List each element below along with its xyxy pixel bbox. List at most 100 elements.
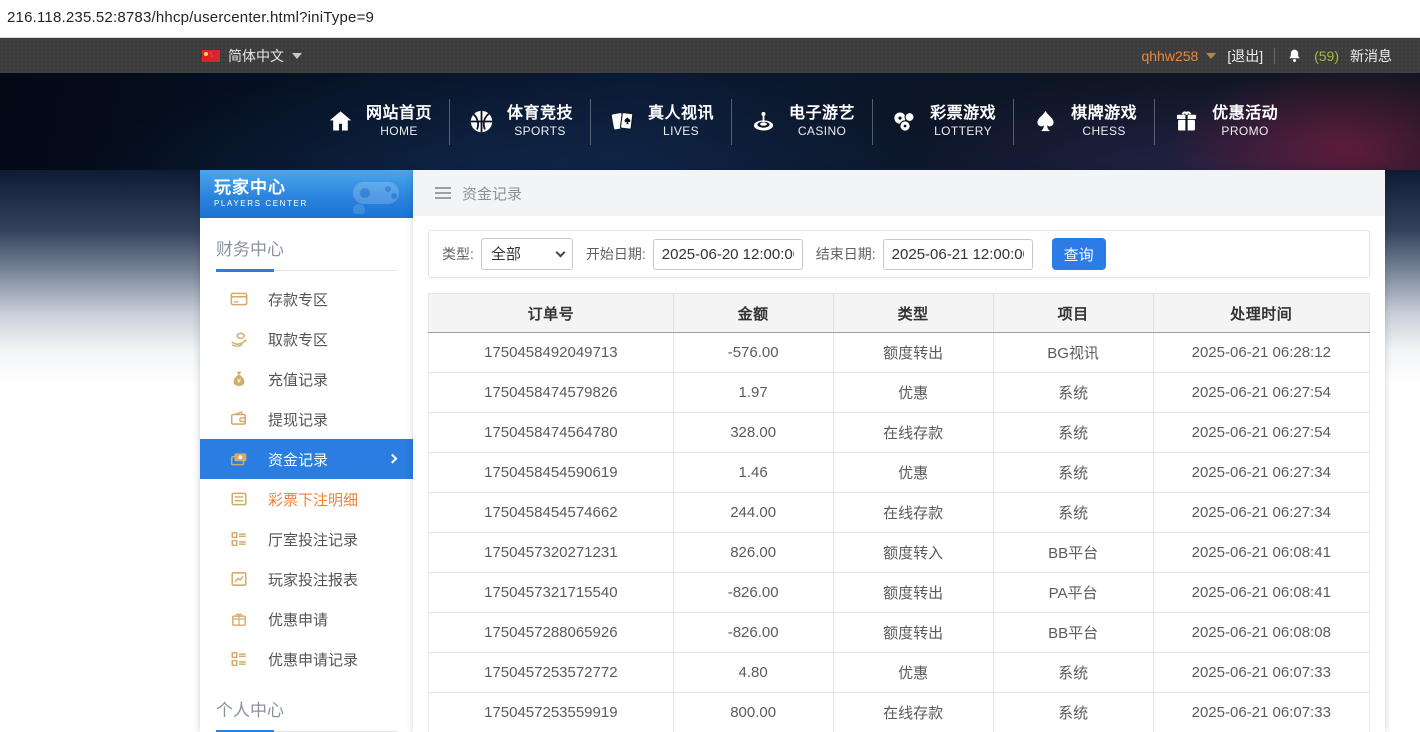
cell-time: 2025-06-21 06:27:54	[1153, 413, 1369, 453]
cell-type: 优惠	[833, 653, 993, 693]
cell-type: 优惠	[833, 453, 993, 493]
type-label: 类型:	[442, 244, 474, 264]
divider	[1274, 48, 1275, 64]
sidebar-item-withdraw-record[interactable]: 提现记录	[200, 399, 413, 439]
sidebar-item-withdraw[interactable]: 取款专区	[200, 319, 413, 359]
nav-item-casino[interactable]: 电子游艺CASINO	[731, 73, 872, 170]
chevron-down-icon	[292, 53, 302, 59]
funds-table: 订单号 金额 类型 项目 处理时间 1750458492049713-576.0…	[428, 293, 1370, 732]
search-button[interactable]: 查询	[1052, 238, 1106, 270]
chevron-right-icon	[388, 454, 398, 464]
menu-icon[interactable]	[435, 187, 451, 199]
logout-link[interactable]: [退出]	[1227, 46, 1263, 66]
cell-amount: -826.00	[673, 613, 833, 653]
topbar: 简体中文 qhhw258 [退出] (59) 新消息	[0, 38, 1420, 73]
end-date-input[interactable]	[883, 239, 1033, 270]
cell-time: 2025-06-21 06:07:33	[1153, 693, 1369, 732]
table-row: 17504572535727724.80优惠系统2025-06-21 06:07…	[429, 653, 1370, 693]
lottery-balls-icon	[889, 107, 919, 137]
cell-type: 优惠	[833, 373, 993, 413]
cell-order-no: 1750458474564780	[429, 413, 674, 453]
list-check-icon	[230, 530, 248, 548]
cell-order-no: 1750458474579826	[429, 373, 674, 413]
cell-type: 额度转出	[833, 613, 993, 653]
sidebar-item-recharge[interactable]: ¥ 充值记录	[200, 359, 413, 399]
cell-amount: 826.00	[673, 533, 833, 573]
cell-order-no: 1750457320271231	[429, 533, 674, 573]
spade-icon	[1030, 107, 1060, 137]
cell-type: 额度转出	[833, 573, 993, 613]
start-date-label: 开始日期:	[586, 244, 646, 264]
sidebar-item-bet-report[interactable]: 玩家投注报表	[200, 559, 413, 599]
nav-item-lives[interactable]: 真人视讯LIVES	[590, 73, 731, 170]
cell-project: 系统	[993, 653, 1153, 693]
type-select[interactable]: 全部	[481, 238, 573, 270]
chart-report-icon	[230, 570, 248, 588]
table-row: 1750457320271231826.00额度转入BB平台2025-06-21…	[429, 533, 1370, 573]
main-content: 资金记录 类型: 全部 开始日期: 结束日期: 查询 订单号 金额 类型 项目 …	[413, 170, 1385, 732]
language-label: 简体中文	[228, 46, 284, 66]
table-row: 1750458454574662244.00在线存款系统2025-06-21 0…	[429, 493, 1370, 533]
deposit-card-icon	[230, 290, 248, 308]
cell-type: 额度转入	[833, 533, 993, 573]
cell-amount: 328.00	[673, 413, 833, 453]
chevron-down-icon	[1206, 53, 1216, 59]
user-area: qhhw258 [退出] (59) 新消息	[1141, 46, 1392, 66]
cell-type: 在线存款	[833, 413, 993, 453]
cell-time: 2025-06-21 06:08:41	[1153, 573, 1369, 613]
table-row: 1750458474564780328.00在线存款系统2025-06-21 0…	[429, 413, 1370, 453]
cell-project: 系统	[993, 493, 1153, 533]
cell-project: BB平台	[993, 533, 1153, 573]
cell-order-no: 1750458492049713	[429, 333, 674, 373]
col-project: 项目	[993, 294, 1153, 333]
nav-item-sports[interactable]: 体育竞技SPORTS	[449, 73, 590, 170]
address-bar[interactable]: 216.118.235.52:8783/hhcp/usercenter.html…	[0, 0, 1420, 38]
cell-time: 2025-06-21 06:08:08	[1153, 613, 1369, 653]
nav-item-chess[interactable]: 棋牌游戏CHESS	[1013, 73, 1154, 170]
breadcrumb-label: 资金记录	[462, 183, 522, 204]
cell-amount: 1.46	[673, 453, 833, 493]
cell-type: 在线存款	[833, 493, 993, 533]
roulette-icon	[748, 107, 778, 137]
cards-icon	[607, 107, 637, 137]
table-row: 1750457288065926-826.00额度转出BB平台2025-06-2…	[429, 613, 1370, 653]
sidebar-item-deposit[interactable]: 存款专区	[200, 279, 413, 319]
section-underline	[216, 270, 397, 271]
cell-order-no: 1750458454590619	[429, 453, 674, 493]
sidebar-item-promo-apply[interactable]: 优惠申请	[200, 599, 413, 639]
cell-amount: 800.00	[673, 693, 833, 732]
start-date-input[interactable]	[653, 239, 803, 270]
money-bag-icon: ¥	[230, 370, 248, 388]
lottery-list-icon	[230, 490, 248, 508]
cell-time: 2025-06-21 06:07:33	[1153, 653, 1369, 693]
sidebar-item-lottery-bets[interactable]: 彩票下注明细	[200, 479, 413, 519]
nav-item-home[interactable]: 网站首页HOME	[308, 73, 449, 170]
cell-amount: 1.97	[673, 373, 833, 413]
section-finance-label: 财务中心	[200, 218, 413, 260]
cell-project: 系统	[993, 453, 1153, 493]
sidebar-item-room-bets[interactable]: 厅室投注记录	[200, 519, 413, 559]
cell-project: 系统	[993, 693, 1153, 732]
cell-amount: 4.80	[673, 653, 833, 693]
language-selector[interactable]: 简体中文	[202, 46, 302, 66]
table-row: 1750457321715540-826.00额度转出PA平台2025-06-2…	[429, 573, 1370, 613]
banknotes-icon	[230, 450, 248, 468]
bell-icon[interactable]	[1286, 47, 1303, 65]
messages-link[interactable]: 新消息	[1350, 46, 1392, 66]
sidebar-item-promo-record[interactable]: 优惠申请记录	[200, 639, 413, 679]
cell-order-no: 1750457253572772	[429, 653, 674, 693]
sidebar-item-funds-record[interactable]: 资金记录	[200, 439, 413, 479]
col-process-time: 处理时间	[1153, 294, 1369, 333]
nav-item-lottery[interactable]: 彩票游戏LOTTERY	[872, 73, 1013, 170]
china-flag-icon	[202, 50, 220, 62]
cell-type: 在线存款	[833, 693, 993, 732]
gift-icon	[1171, 107, 1201, 137]
username[interactable]: qhhw258	[1141, 48, 1198, 64]
filter-bar: 类型: 全部 开始日期: 结束日期: 查询	[428, 230, 1370, 278]
cell-order-no: 1750457321715540	[429, 573, 674, 613]
main-navigation: 网站首页HOME 体育竞技SPORTS 真人视讯LIVES 电子游艺CASINO…	[0, 73, 1420, 170]
section-personal-label: 个人中心	[200, 679, 413, 721]
table-row: 1750457253559919800.00在线存款系统2025-06-21 0…	[429, 693, 1370, 732]
col-amount: 金额	[673, 294, 833, 333]
nav-item-promo[interactable]: 优惠活动PROMO	[1154, 73, 1295, 170]
